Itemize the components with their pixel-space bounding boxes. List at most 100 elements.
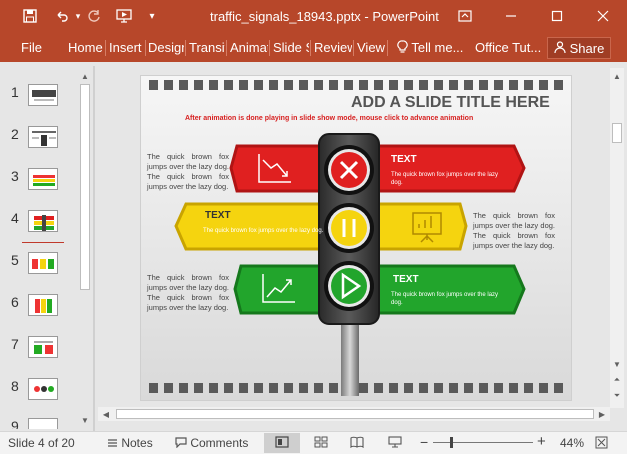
- slide-thumbnail: [28, 336, 58, 358]
- slide-count: Slide 4 of 20: [8, 436, 75, 450]
- comment-icon: [175, 437, 187, 451]
- title-bar: ▾ ▾ traffic_signals_18943.pptx - PowerPo…: [0, 0, 627, 34]
- tab-separator: [226, 40, 227, 56]
- fit-to-window-icon[interactable]: [595, 436, 608, 452]
- scroll-thumb[interactable]: [612, 123, 622, 143]
- tab-home[interactable]: Home: [68, 40, 104, 55]
- slide-number: 5: [11, 252, 19, 268]
- scroll-up-icon[interactable]: ▲: [79, 70, 91, 82]
- zoom-slider[interactable]: [433, 437, 533, 448]
- thumbnail-slide-5[interactable]: 5: [0, 252, 80, 292]
- scroll-right-icon[interactable]: ▶: [596, 408, 608, 420]
- slide-number: 3: [11, 168, 19, 184]
- thumbnail-scrollbar[interactable]: ▲ ▼: [78, 68, 92, 428]
- share-button[interactable]: Share: [547, 37, 611, 59]
- scroll-left-icon[interactable]: ◀: [100, 408, 112, 420]
- tab-insert[interactable]: Insert: [109, 40, 145, 55]
- slide-number: 9: [11, 418, 19, 429]
- tab-transitions[interactable]: Transitions: [189, 40, 225, 55]
- previous-slide-icon[interactable]: ⏶: [611, 374, 623, 386]
- zoom-percentage[interactable]: 44%: [560, 436, 584, 450]
- yellow-light: [331, 210, 367, 246]
- redo-icon[interactable]: [84, 6, 104, 26]
- customize-qat-icon[interactable]: ▾: [142, 6, 162, 26]
- red-sign-label[interactable]: TEXT: [391, 154, 417, 165]
- scroll-thumb[interactable]: [116, 409, 594, 419]
- tab-animations[interactable]: Animations: [230, 40, 268, 55]
- normal-view-button[interactable]: [264, 433, 300, 453]
- yellow-sign-label[interactable]: TEXT: [205, 210, 231, 221]
- tab-separator: [105, 40, 106, 56]
- green-sign-body[interactable]: The quick brown fox jumps over the lazy …: [391, 291, 509, 307]
- editor-horizontal-scrollbar[interactable]: ◀ ▶: [98, 407, 610, 421]
- yellow-sign-body[interactable]: The quick brown fox jumps over the lazy …: [203, 227, 325, 235]
- tab-separator: [387, 40, 388, 56]
- comments-button[interactable]: Comments: [175, 436, 248, 451]
- tell-me-label: Tell me...: [411, 40, 464, 55]
- window-title: traffic_signals_18943.pptx - PowerPoint: [210, 9, 439, 24]
- red-sign-body[interactable]: The quick brown fox jumps over the lazy …: [391, 171, 506, 187]
- save-icon[interactable]: [20, 6, 40, 26]
- reading-view-icon[interactable]: [350, 436, 364, 451]
- slide-number: 1: [11, 84, 19, 100]
- share-label: Share: [569, 40, 605, 56]
- slide-thumbnail: [28, 294, 58, 316]
- notes-label: Notes: [121, 436, 153, 450]
- tab-separator: [310, 40, 311, 56]
- scroll-down-icon[interactable]: ▼: [611, 358, 623, 370]
- tell-me-box[interactable]: Tell me...: [397, 40, 463, 57]
- slide-canvas[interactable]: ADD A SLIDE TITLE HERE After animation i…: [140, 75, 572, 401]
- editor-vertical-scrollbar[interactable]: ▲ ▼ ⏶ ⏷: [610, 68, 624, 408]
- zoom-slider-thumb[interactable]: [450, 437, 453, 448]
- start-from-beginning-icon[interactable]: [114, 6, 134, 26]
- close-icon[interactable]: [590, 4, 616, 28]
- normal-view-icon: [275, 435, 289, 451]
- green-sign-label[interactable]: TEXT: [393, 274, 419, 285]
- notes-icon: [107, 437, 118, 451]
- zoom-out-button[interactable]: −: [420, 434, 428, 450]
- office-tutorials-tab[interactable]: Office Tut...: [475, 40, 541, 55]
- notes-button[interactable]: Notes: [107, 436, 153, 451]
- tab-review[interactable]: Review: [314, 40, 352, 55]
- minimize-icon[interactable]: [498, 4, 524, 28]
- slide-thumbnail: [28, 210, 58, 232]
- thumbnail-slide-9[interactable]: 9: [0, 418, 80, 429]
- thumbnail-slide-4[interactable]: 4: [0, 210, 80, 250]
- tab-file[interactable]: File: [21, 40, 42, 55]
- restore-icon[interactable]: [544, 4, 570, 28]
- tab-slide-show[interactable]: Slide Show: [273, 40, 309, 55]
- signal-pole: [341, 316, 359, 396]
- red-sign-left: [229, 144, 323, 193]
- next-slide-icon[interactable]: ⏷: [611, 390, 623, 402]
- slide-thumbnail: [28, 168, 58, 190]
- thumbnail-slide-8[interactable]: 8: [0, 378, 80, 418]
- slide-sorter-icon[interactable]: [314, 436, 328, 451]
- slide-number: 2: [11, 126, 19, 142]
- slide-number: 6: [11, 294, 19, 310]
- slide-thumbnail: [28, 378, 58, 400]
- zoom-in-button[interactable]: +: [537, 433, 546, 450]
- pane-splitter[interactable]: [93, 66, 95, 431]
- ribbon-display-icon[interactable]: [452, 4, 478, 28]
- thumbnail-slide-7[interactable]: 7: [0, 336, 80, 376]
- slide-number: 7: [11, 336, 19, 352]
- comments-label: Comments: [190, 436, 249, 450]
- thumbnail-slide-3[interactable]: 3: [0, 168, 80, 208]
- thumbnail-slide-6[interactable]: 6: [0, 294, 80, 334]
- traffic-signal-graphic: [174, 133, 526, 396]
- slide-thumbnail: [28, 252, 58, 274]
- scroll-down-icon[interactable]: ▼: [79, 414, 91, 426]
- thumbnail-slide-1[interactable]: 1: [0, 84, 80, 124]
- slide-thumbnail: [28, 126, 58, 148]
- status-bar: Slide 4 of 20 Notes Comments − + 44%: [0, 431, 627, 454]
- selected-slide-indicator: [22, 242, 64, 243]
- tab-view[interactable]: View: [357, 40, 387, 55]
- tab-separator: [145, 40, 146, 56]
- scroll-up-icon[interactable]: ▲: [611, 70, 623, 82]
- tab-separator: [185, 40, 186, 56]
- scroll-thumb[interactable]: [80, 84, 90, 290]
- thumbnail-slide-2[interactable]: 2: [0, 126, 80, 166]
- slideshow-view-icon[interactable]: [388, 436, 402, 451]
- tab-design[interactable]: Design: [148, 40, 184, 55]
- green-light: [331, 268, 367, 304]
